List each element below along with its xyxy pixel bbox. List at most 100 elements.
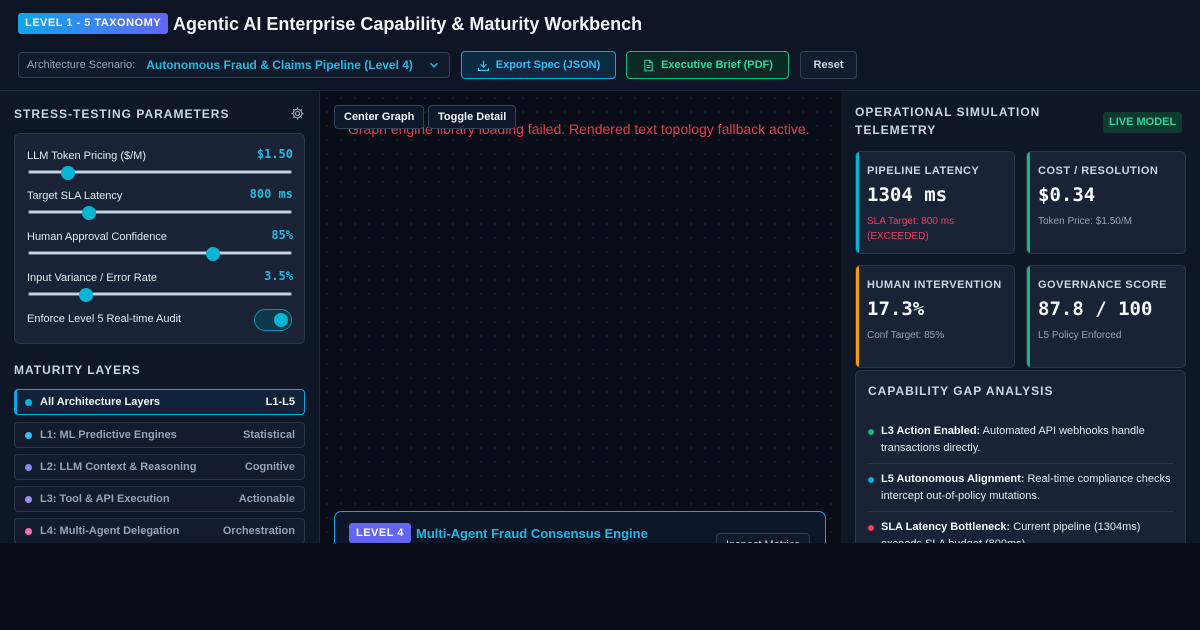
param-value: $1.50 bbox=[256, 147, 293, 161]
metric-card-cost: COST / RESOLUTION $0.34 Token Price: $1.… bbox=[1026, 151, 1186, 254]
param-label: Target SLA Latency bbox=[27, 190, 123, 202]
reset-label: Reset bbox=[813, 59, 844, 71]
layer-dot bbox=[25, 431, 32, 439]
card-value: 87.8 / 100 bbox=[1038, 298, 1153, 320]
layer-tag: Statistical bbox=[243, 429, 295, 441]
card-subtext: SLA Target: 800 ms (EXCEEDED) bbox=[867, 216, 955, 242]
card-value: 17.3% bbox=[867, 298, 925, 320]
graph-canvas[interactable]: Graph engine library loading failed. Ren… bbox=[320, 91, 841, 543]
slider-thumb[interactable] bbox=[79, 288, 94, 302]
layer-name: L2: LLM Context & Reasoning bbox=[40, 461, 197, 473]
layer-dot bbox=[25, 495, 32, 503]
slider-thumb[interactable] bbox=[60, 166, 75, 180]
divider bbox=[868, 511, 1173, 512]
center-graph-button[interactable]: Center Graph bbox=[334, 105, 425, 129]
card-accent bbox=[856, 152, 859, 253]
gap-item-head: SLA Latency Bottleneck: bbox=[881, 521, 1011, 533]
slider-thumb[interactable] bbox=[81, 206, 96, 220]
layer-item-l3[interactable]: L3: Tool & API Execution Actionable bbox=[14, 486, 305, 512]
layer-dot bbox=[25, 398, 32, 406]
download-icon bbox=[477, 60, 489, 71]
audit-toggle[interactable] bbox=[254, 309, 292, 331]
app-title: Agentic AI Enterprise Capability & Matur… bbox=[173, 14, 643, 34]
slider-thumb[interactable] bbox=[205, 247, 220, 261]
layer-tag: Actionable bbox=[238, 493, 295, 505]
capability-gap-card: CAPABILITY GAP ANALYSIS L3 Action Enable… bbox=[855, 370, 1186, 543]
gap-item-head: L5 Autonomous Alignment: bbox=[881, 473, 1025, 485]
left-panel: STRESS-TESTING PARAMETERS LLM Token Pric… bbox=[0, 91, 320, 543]
gap-title: CAPABILITY GAP ANALYSIS bbox=[868, 384, 1054, 398]
node-detail-card: LEVEL 4 Multi-Agent Fraud Consensus Engi… bbox=[334, 511, 826, 543]
slider-track[interactable] bbox=[28, 292, 292, 296]
layer-tag: Orchestration bbox=[222, 525, 295, 537]
card-subtext: L5 Policy Enforced bbox=[1038, 330, 1122, 341]
layer-name: L4: Multi-Agent Delegation bbox=[40, 525, 180, 537]
param-value: 85% bbox=[271, 228, 293, 242]
scenario-value: Autonomous Fraud & Claims Pipeline (Leve… bbox=[146, 58, 413, 72]
empty-footer-area bbox=[0, 543, 1200, 630]
card-title: HUMAN INTERVENTION bbox=[867, 279, 1002, 291]
metric-card-human: HUMAN INTERVENTION 17.3% Conf Target: 85… bbox=[855, 265, 1015, 368]
toggle-detail-button[interactable]: Toggle Detail bbox=[428, 105, 517, 129]
param-label: Human Approval Confidence bbox=[27, 231, 168, 243]
inspect-metrics-button[interactable]: Inspect Metrics bbox=[716, 533, 810, 543]
export-json-label: Export Spec (JSON) bbox=[495, 59, 601, 71]
layer-tag: Cognitive bbox=[244, 461, 295, 473]
telemetry-title: OPERATIONAL SIMULATION TELEMETRY bbox=[855, 105, 1041, 137]
executive-brief-button[interactable]: Executive Brief (PDF) bbox=[626, 51, 789, 79]
gap-item: SLA Latency Bottleneck: Current pipeline… bbox=[868, 519, 1173, 543]
layer-item-all[interactable]: All Architecture Layers L1-L5 bbox=[14, 389, 305, 415]
slider-track[interactable] bbox=[28, 251, 292, 255]
executive-brief-label: Executive Brief (PDF) bbox=[661, 59, 773, 71]
card-subtext: Token Price: $1.50/M bbox=[1038, 216, 1132, 227]
card-subtext: Conf Target: 85% bbox=[867, 330, 945, 341]
card-accent bbox=[1027, 152, 1030, 253]
status-dot bbox=[868, 429, 874, 435]
scenario-label: Architecture Scenario: bbox=[27, 59, 136, 71]
stress-params-card: LLM Token Pricing ($/M) $1.50 Target SLA… bbox=[14, 133, 305, 344]
param-value: 800 ms bbox=[249, 187, 293, 201]
gap-item: L3 Action Enabled: Automated API webhook… bbox=[868, 423, 1173, 457]
reset-button[interactable]: Reset bbox=[800, 51, 857, 79]
param-label: LLM Token Pricing ($/M) bbox=[27, 150, 147, 162]
metric-card-governance: GOVERNANCE SCORE 87.8 / 100 L5 Policy En… bbox=[1026, 265, 1186, 368]
layer-dot bbox=[25, 527, 32, 535]
layer-dot bbox=[25, 463, 32, 471]
scenario-select[interactable]: Architecture Scenario: Autonomous Fraud … bbox=[18, 52, 450, 78]
right-panel: OPERATIONAL SIMULATION TELEMETRY LIVE MO… bbox=[841, 91, 1200, 543]
card-title: PIPELINE LATENCY bbox=[867, 165, 980, 177]
gap-item: L5 Autonomous Alignment: Real-time compl… bbox=[868, 471, 1173, 505]
card-title: COST / RESOLUTION bbox=[1038, 165, 1159, 177]
stress-params-title: STRESS-TESTING PARAMETERS bbox=[14, 107, 230, 121]
taxonomy-badge: LEVEL 1 - 5 TAXONOMY bbox=[18, 13, 169, 34]
export-json-button[interactable]: Export Spec (JSON) bbox=[461, 51, 616, 79]
card-accent bbox=[1027, 266, 1030, 367]
card-value: 1304 ms bbox=[867, 184, 948, 206]
layer-tag: L1-L5 bbox=[265, 396, 295, 408]
chevron-down-icon bbox=[429, 62, 439, 68]
param-value: 3.5% bbox=[264, 269, 293, 283]
node-level-badge: LEVEL 4 bbox=[349, 523, 411, 543]
card-value: $0.34 bbox=[1038, 184, 1096, 206]
param-label: Input Variance / Error Rate bbox=[27, 272, 158, 284]
metric-card-latency: PIPELINE LATENCY 1304 ms SLA Target: 800… bbox=[855, 151, 1015, 254]
status-dot bbox=[868, 477, 874, 483]
audit-toggle-label: Enforce Level 5 Real-time Audit bbox=[27, 313, 182, 325]
app-header: LEVEL 1 - 5 TAXONOMY Agentic AI Enterpri… bbox=[0, 0, 1200, 91]
card-accent bbox=[856, 266, 859, 367]
card-title: GOVERNANCE SCORE bbox=[1038, 279, 1168, 291]
toggle-knob bbox=[274, 313, 288, 327]
divider bbox=[868, 463, 1173, 464]
live-model-badge: LIVE MODEL bbox=[1103, 112, 1183, 133]
gear-icon[interactable] bbox=[290, 106, 305, 121]
gap-item-head: L3 Action Enabled: bbox=[881, 425, 981, 437]
layer-name: L1: ML Predictive Engines bbox=[40, 429, 177, 441]
layer-name: L3: Tool & API Execution bbox=[40, 493, 170, 505]
status-dot bbox=[868, 525, 874, 531]
maturity-layers-title: MATURITY LAYERS bbox=[14, 363, 141, 377]
node-title: Multi-Agent Fraud Consensus Engine bbox=[416, 526, 648, 541]
slider-track[interactable] bbox=[28, 210, 292, 214]
layer-item-l1[interactable]: L1: ML Predictive Engines Statistical bbox=[14, 422, 305, 448]
layer-item-l2[interactable]: L2: LLM Context & Reasoning Cognitive bbox=[14, 454, 305, 480]
layer-item-l4[interactable]: L4: Multi-Agent Delegation Orchestration bbox=[14, 518, 305, 543]
